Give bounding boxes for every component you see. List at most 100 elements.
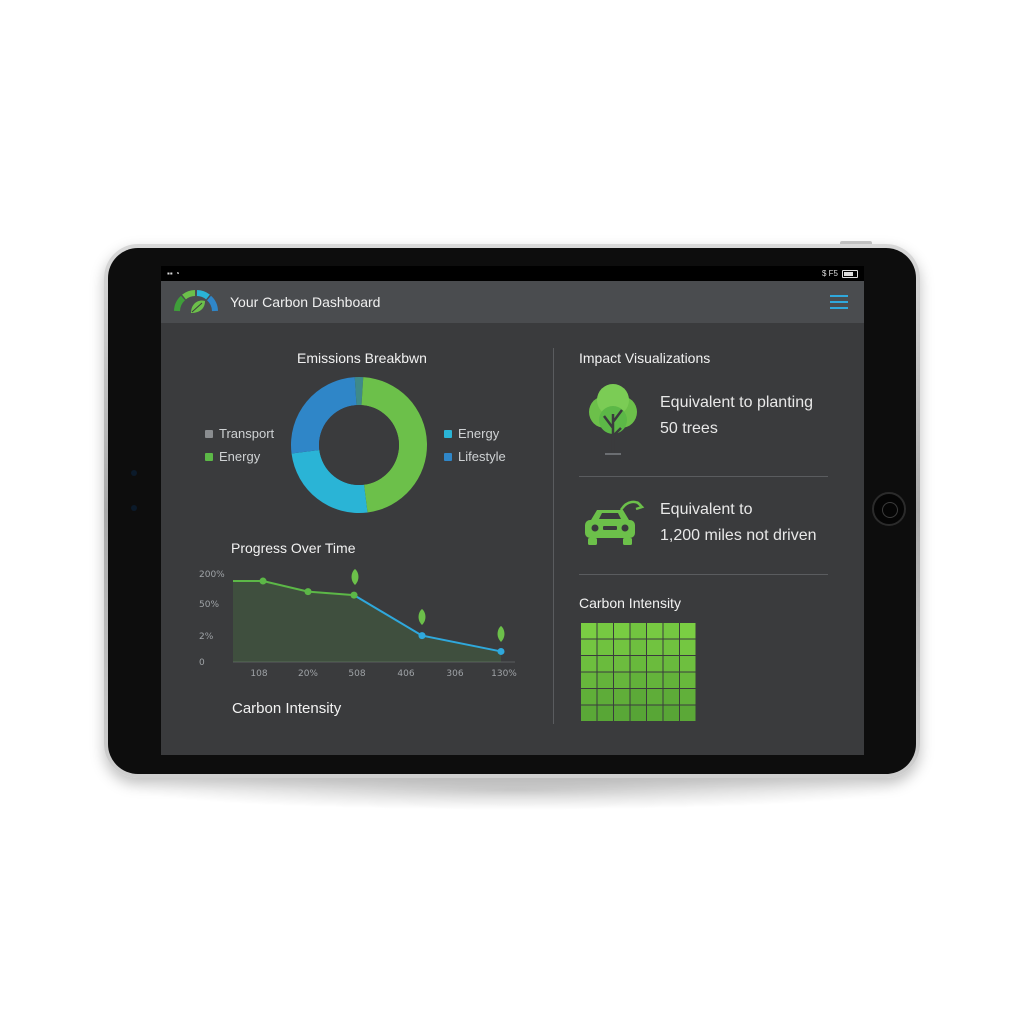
hamburger-menu-icon[interactable] <box>830 295 848 309</box>
car-line2: 1,200 miles not driven <box>660 527 817 544</box>
heatmap-cell <box>663 656 679 672</box>
emissions-donut-chart <box>291 377 427 513</box>
column-divider <box>553 348 554 724</box>
car-icon <box>585 500 645 545</box>
heatmap-cell <box>597 656 613 672</box>
heatmap-cell <box>581 705 597 721</box>
line-area <box>233 581 501 662</box>
y-tick-label: 0 <box>199 658 205 668</box>
heatmap-cell <box>647 672 663 688</box>
heatmap-cell <box>614 705 630 721</box>
leaf-gauge-logo-icon <box>174 290 218 313</box>
heatmap-cell <box>630 623 646 639</box>
status-text: $ F5 <box>821 269 838 278</box>
heatmap-cell <box>647 689 663 705</box>
heatmap-cell <box>597 689 613 705</box>
intensity-title: Carbon Intensity <box>579 595 681 611</box>
heatmap-cell <box>597 672 613 688</box>
heatmap-cell <box>647 623 663 639</box>
app-header: Your Carbon Dashboard <box>161 281 864 323</box>
legend-label: Energy <box>219 449 261 464</box>
heatmap-cell <box>647 639 663 655</box>
heatmap-cell <box>581 639 597 655</box>
heatmap-cell <box>614 672 630 688</box>
carbon-intensity-heatmap <box>581 623 696 721</box>
heatmap-cell <box>647 705 663 721</box>
leaf-marker-icon <box>497 626 505 642</box>
legend-label: Transport <box>219 426 275 441</box>
x-tick-label: 130% <box>491 669 517 679</box>
legend-swatch <box>444 429 452 438</box>
heatmap-cell <box>581 689 597 705</box>
legend-swatch <box>205 452 213 461</box>
tree-equivalent-text: Equivalent to planting 50 trees <box>660 390 813 442</box>
battery-status: $ F5 <box>822 269 858 278</box>
tree-line1: Equivalent to planting <box>660 394 813 411</box>
legend-transport: Transport <box>205 426 274 441</box>
app-title: Your Carbon Dashboard <box>230 294 381 310</box>
car-line1: Equivalent to <box>660 501 753 518</box>
progress-footer-label: Carbon Intensity <box>232 700 342 717</box>
line-point <box>350 591 358 599</box>
legend-label: Energy <box>458 426 500 441</box>
line-point <box>418 632 426 640</box>
x-tick-label: 20% <box>298 669 318 679</box>
heatmap-cell <box>597 623 613 639</box>
car-equivalent-text: Equivalent to 1,200 miles not driven <box>660 497 817 549</box>
legend-swatch <box>205 429 213 438</box>
progress-title: Progress Over Time <box>231 540 356 556</box>
progress-line-chart: 200% 50% 2% 0 108 20% 508 406 306 130% <box>199 569 517 679</box>
heatmap-cell <box>581 672 597 688</box>
heatmap-cell <box>680 689 696 705</box>
leaf-marker-icon <box>351 569 359 585</box>
screen: ▪▪ ◔ $ F5 Your Carbon Dashboard Emission… <box>161 266 864 755</box>
heatmap-cell <box>614 656 630 672</box>
x-tick-label: 306 <box>446 669 463 679</box>
heatmap-cell <box>680 639 696 655</box>
y-tick-label: 50% <box>199 600 219 610</box>
battery-icon <box>842 269 858 278</box>
heatmap-cell <box>597 639 613 655</box>
heatmap-cell <box>630 656 646 672</box>
y-tick-label: 2% <box>199 632 214 642</box>
home-button[interactable] <box>872 492 906 526</box>
heatmap-cell <box>680 656 696 672</box>
x-tick-label: 108 <box>250 669 267 679</box>
line-point <box>259 577 267 585</box>
heatmap-cell <box>581 623 597 639</box>
tree-line2: 50 trees <box>660 420 718 437</box>
legend-lifestyle: Lifestyle <box>444 449 506 464</box>
heatmap-cell <box>597 705 613 721</box>
heatmap-cell <box>680 623 696 639</box>
heatmap-cell <box>680 672 696 688</box>
heatmap-cell <box>647 656 663 672</box>
donut-hole <box>319 405 399 485</box>
legend-energy-blue: Energy <box>444 426 499 441</box>
tree-icon <box>589 384 637 455</box>
legend-energy: Energy <box>205 449 260 464</box>
legend-swatch <box>444 452 452 461</box>
heatmap-cell <box>663 689 679 705</box>
heatmap-cell <box>614 639 630 655</box>
legend-label: Lifestyle <box>458 449 506 464</box>
heatmap-cell <box>614 689 630 705</box>
signal-status: ▪▪ ◔ <box>167 269 180 278</box>
x-tick-label: 508 <box>348 669 365 679</box>
camera-sensor <box>131 505 137 511</box>
heatmap-cell <box>581 656 597 672</box>
heatmap-cell <box>630 672 646 688</box>
line-point <box>304 588 312 596</box>
heatmap-cell <box>630 639 646 655</box>
x-tick-label: 406 <box>397 669 414 679</box>
impact-divider <box>579 574 828 575</box>
heatmap-cell <box>663 623 679 639</box>
heatmap-cell <box>663 705 679 721</box>
heatmap-cell <box>663 672 679 688</box>
impact-divider <box>579 476 828 477</box>
impact-title: Impact Visualizations <box>579 350 711 366</box>
line-point <box>497 647 505 655</box>
status-bar: ▪▪ ◔ $ F5 <box>161 266 864 281</box>
leaf-marker-icon <box>418 609 426 625</box>
heatmap-cell <box>680 705 696 721</box>
y-tick-label: 200% <box>199 570 225 580</box>
